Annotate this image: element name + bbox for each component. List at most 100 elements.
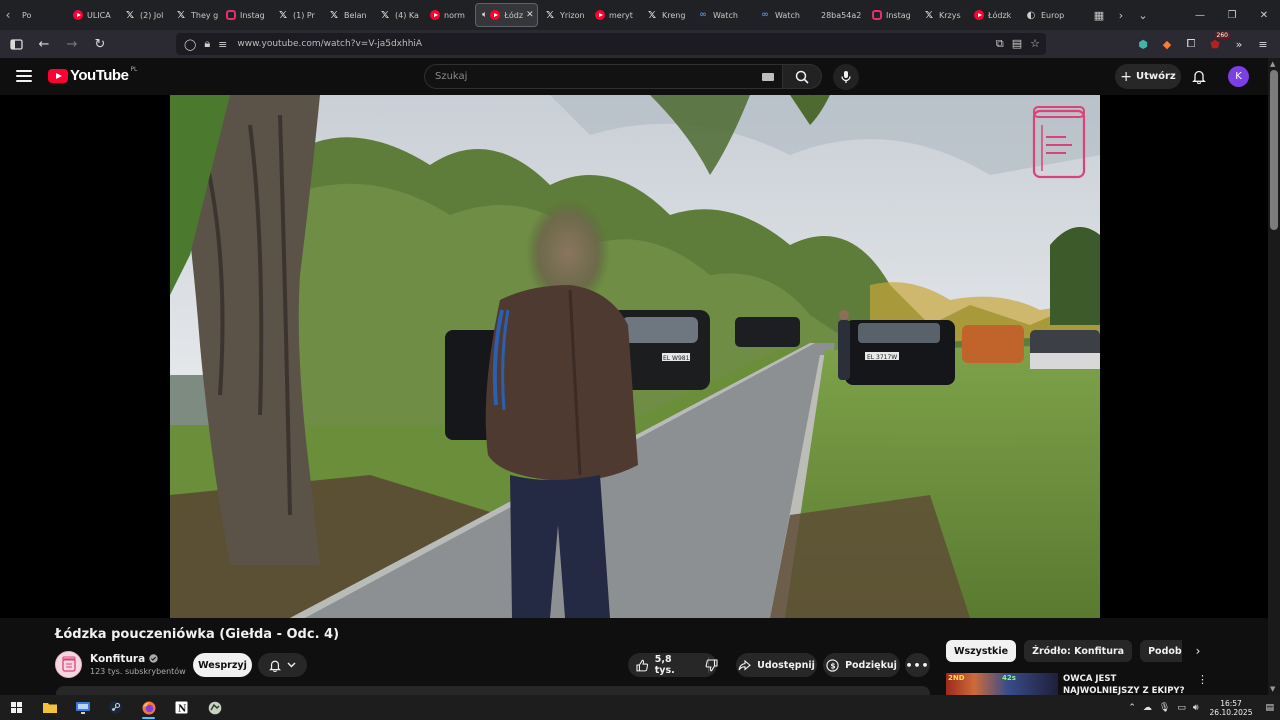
more-vertical-icon[interactable]: ⋮	[1197, 673, 1208, 686]
ublock-extension-icon[interactable]: ⬟ 260	[1206, 32, 1230, 53]
tab-scroll-right-button[interactable]: ›	[1110, 0, 1132, 30]
tab-scroll-left-button[interactable]: ‹	[0, 0, 16, 30]
channel-name[interactable]: Konfitura	[90, 653, 145, 665]
network-icon[interactable]: ▭	[1177, 703, 1186, 713]
more-actions-button[interactable]: •••	[905, 653, 930, 677]
page-permissions-icon[interactable]: ≡	[218, 38, 227, 51]
browser-tab[interactable]: ∞ Watch	[753, 3, 815, 27]
windows-logo-icon	[11, 702, 22, 713]
related-video-title[interactable]: OWCA JEST NAJWOLNIEJSZY Z EKIPY? #MEGA R…	[1063, 673, 1193, 695]
tracking-protection-icon[interactable]: ◯	[184, 38, 196, 51]
url-text[interactable]: www.youtube.com/watch?v=V-ja5dxhhiA	[237, 39, 422, 49]
browser-tab[interactable]: norm	[424, 3, 475, 27]
guide-menu-icon[interactable]	[16, 68, 32, 84]
remote-desktop-icon[interactable]	[66, 695, 99, 720]
tab-list-dropdown-button[interactable]: ⌄	[1132, 0, 1154, 30]
notifications-button[interactable]	[1189, 66, 1209, 86]
fox-extension-icon[interactable]: ◆	[1158, 35, 1176, 53]
youtube-logo[interactable]: YouTube PL	[48, 66, 137, 84]
reload-button[interactable]: ↻	[88, 32, 112, 56]
onedrive-cloud-icon[interactable]: ☁	[1143, 703, 1152, 713]
keyboard-icon[interactable]	[762, 73, 774, 81]
browser-tab[interactable]: 28ba54a2	[815, 3, 866, 27]
browser-tab[interactable]: 🔈︎ Łódz ✕	[475, 3, 538, 27]
browser-tab[interactable]: 𝕏 (4) Ka	[373, 3, 424, 27]
microphone-tray-icon[interactable]: 🎙︎	[1159, 703, 1170, 713]
back-button[interactable]: ←	[32, 32, 56, 56]
browser-tab[interactable]: meryt	[589, 3, 640, 27]
share-label: Udostępnij	[757, 659, 815, 671]
globe-favicon-icon: ◐	[1026, 9, 1036, 21]
minimize-button[interactable]: —	[1184, 0, 1216, 30]
thanks-button[interactable]: $ Podziękuj	[823, 653, 900, 677]
chips-next-arrow-icon[interactable]: ›	[1188, 643, 1208, 659]
tray-overflow-chevron-icon[interactable]: ⌃	[1128, 703, 1136, 713]
tab-label: ULICA	[87, 10, 111, 20]
steam-icon[interactable]	[99, 695, 132, 720]
tab-overview-icon[interactable]: ▦	[1088, 0, 1110, 30]
filter-chip[interactable]: Wszystkie	[946, 640, 1017, 662]
channel-avatar[interactable]	[55, 650, 82, 678]
close-window-button[interactable]: ✕	[1248, 0, 1280, 30]
browser-tab[interactable]: 𝕏 Belan	[322, 3, 373, 27]
voice-search-button[interactable]	[833, 64, 859, 90]
filter-chip[interactable]: Podobne	[1140, 640, 1182, 662]
start-button[interactable]	[0, 695, 33, 720]
reader-view-icon[interactable]: ▤	[1012, 37, 1022, 51]
browser-tab[interactable]: Łódzk	[968, 3, 1019, 27]
browser-tab[interactable]: 𝕏 Yrizon	[538, 3, 589, 27]
description-box[interactable]	[56, 686, 930, 695]
restore-button[interactable]: ❐	[1216, 0, 1248, 30]
windows-taskbar: N ⌃ ☁ 🎙︎ ▭ 🔊︎ 16:57 26.10.2025 ▤	[0, 695, 1280, 720]
sidebar-toggle-icon[interactable]	[4, 32, 28, 56]
account-avatar[interactable]: K	[1228, 66, 1249, 87]
video-player[interactable]: EL W9812 EL 3717W	[170, 95, 1100, 618]
support-button[interactable]: Wesprzyj	[193, 653, 252, 677]
related-video-thumbnail[interactable]: 2ND 42s	[946, 673, 1058, 695]
scroll-up-arrow-icon[interactable]: ▲	[1270, 60, 1275, 68]
lock-icon[interactable]: 🔒︎	[204, 37, 210, 51]
browser-tab[interactable]: Instag	[866, 3, 917, 27]
browser-tab[interactable]: Po	[16, 3, 67, 27]
search-input[interactable]	[435, 71, 735, 82]
address-bar[interactable]: ◯ 🔒︎ ≡ www.youtube.com/watch?v=V-ja5dxhh…	[176, 33, 1046, 55]
volume-icon[interactable]: 🔊︎	[1193, 703, 1199, 713]
browser-tab[interactable]: 𝕏 (1) Pr	[271, 3, 322, 27]
page-scrollbar[interactable]: ▲ ▼	[1268, 58, 1280, 695]
clock[interactable]: 16:57 26.10.2025	[1210, 699, 1253, 717]
forward-button[interactable]: →	[60, 32, 84, 56]
notification-preferences-button[interactable]	[258, 653, 307, 677]
dislike-button[interactable]	[697, 653, 725, 677]
browser-tab[interactable]: 𝕏 Krzys	[917, 3, 968, 27]
file-explorer-icon[interactable]	[33, 695, 66, 720]
firefox-icon[interactable]	[132, 695, 165, 720]
browser-tab[interactable]: 𝕏 (2) Jol	[118, 3, 169, 27]
app-menu-icon[interactable]: ≡	[1254, 35, 1272, 53]
search-icon	[795, 70, 809, 84]
tab-audio-icon[interactable]: 🔈︎	[482, 10, 487, 20]
picture-in-picture-icon[interactable]: ⧉	[996, 37, 1004, 51]
create-button[interactable]: + Utwórz	[1115, 64, 1181, 89]
browser-tab[interactable]: ULICA	[67, 3, 118, 27]
game-launcher-icon[interactable]	[198, 695, 231, 720]
scrollbar-thumb[interactable]	[1270, 70, 1278, 230]
notion-icon[interactable]: N	[165, 695, 198, 720]
browser-tab[interactable]: 𝕏 They g	[169, 3, 220, 27]
filter-chip[interactable]: Źródło: Konfitura	[1024, 640, 1133, 662]
scroll-down-arrow-icon[interactable]: ▼	[1270, 685, 1275, 693]
clock-time: 16:57	[1220, 698, 1242, 708]
shield-extension-icon[interactable]: ⬢	[1134, 35, 1152, 53]
browser-tab[interactable]: Instag	[220, 3, 271, 27]
notifications-center-icon[interactable]: ▤	[1265, 703, 1274, 713]
overflow-menu-chevrons-icon[interactable]: »	[1230, 35, 1248, 53]
related-video-item[interactable]: 2ND 42s OWCA JEST NAJWOLNIEJSZY Z EKIPY?…	[946, 673, 1216, 695]
browser-tab[interactable]: 𝕏 Kreng	[640, 3, 691, 27]
bookmark-star-icon[interactable]: ☆	[1030, 37, 1040, 51]
browser-tab[interactable]: ∞ Watch	[691, 3, 753, 27]
tab-close-icon[interactable]: ✕	[526, 10, 534, 20]
chevron-down-icon	[287, 662, 296, 668]
search-button[interactable]	[782, 64, 822, 89]
extensions-puzzle-icon[interactable]: ⧠	[1182, 35, 1200, 53]
browser-tab[interactable]: ◐ Europ	[1019, 3, 1070, 27]
share-button[interactable]: Udostępnij	[736, 653, 817, 677]
